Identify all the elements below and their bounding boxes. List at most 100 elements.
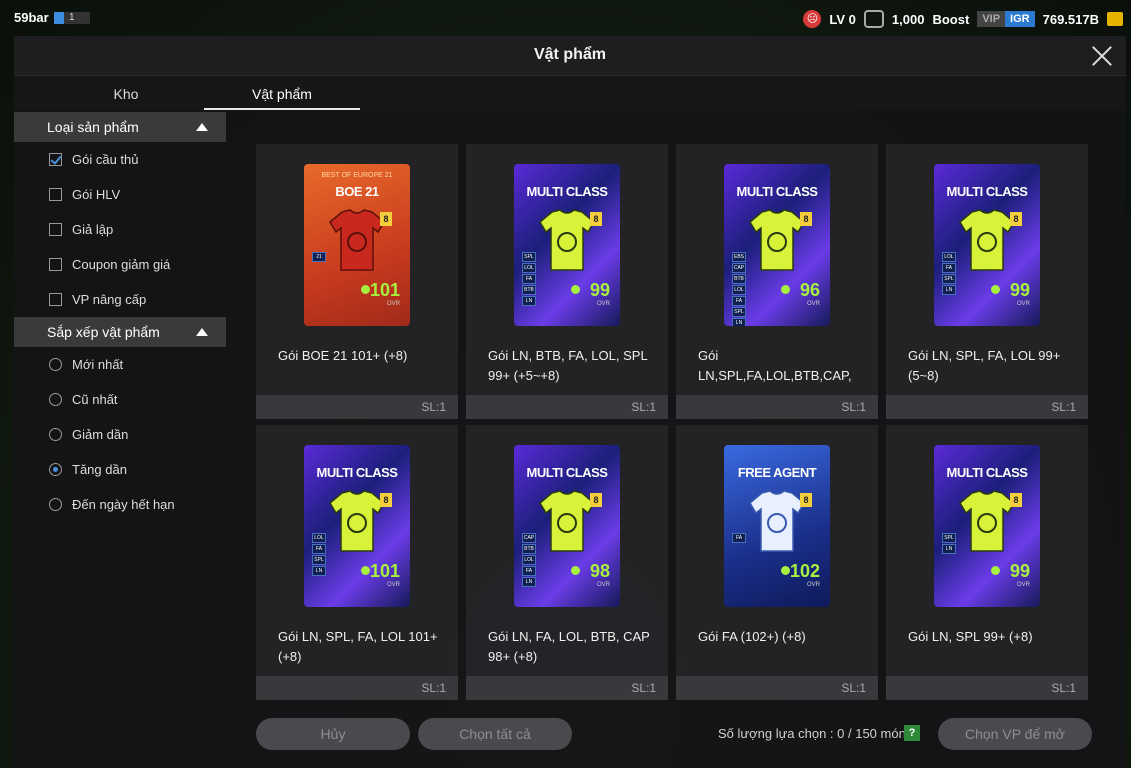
class-tag: LOL <box>732 285 746 295</box>
checkbox-icon[interactable] <box>49 223 62 236</box>
item-quantity: SL:1 <box>841 400 866 414</box>
pack-card: MULTI CLASS 8 LOL FA SPL LN 101 OVR <box>304 445 410 607</box>
product-type-heading: Loại sản phẩm <box>47 119 139 135</box>
tab-bar: Kho Vật phẩm <box>14 76 1126 110</box>
ovr-label: OVR <box>806 582 820 588</box>
filter-option-goi-cau-thu[interactable]: Gói cầu thủ <box>14 142 226 177</box>
radio-icon[interactable] <box>49 393 62 406</box>
pack-title: FREE AGENT <box>737 465 817 480</box>
item-name: Gói LN, SPL, FA, LOL 101+ (+8) <box>278 629 438 664</box>
open-selected-button[interactable]: Chọn VP để mở <box>938 718 1092 750</box>
help-icon[interactable]: ? <box>904 725 920 741</box>
pack-card: MULTI CLASS 8 CAP BTB LOL FA LN 98 OVR <box>514 445 620 607</box>
class-tag: SPL <box>522 252 536 262</box>
item-quantity: SL:1 <box>421 681 446 695</box>
item-card[interactable]: FREE AGENT 8 FA 102 OVR Gói FA (102+) (+8) SL:… <box>676 425 878 700</box>
radio-icon[interactable] <box>49 498 62 511</box>
sort-option-ascending[interactable]: Tăng dần <box>14 452 226 487</box>
pack-title: MULTI CLASS <box>526 465 608 480</box>
cancel-button[interactable]: Hủy <box>256 718 410 750</box>
tab-vat-pham[interactable]: Vật phẩm <box>204 76 360 110</box>
panel-header: Vật phẩm <box>14 36 1126 76</box>
checkbox-icon[interactable] <box>49 258 62 271</box>
ovr-value: 99 <box>589 280 610 300</box>
class-tag: LOL <box>522 263 536 273</box>
class-tags: LOL FA SPL LN <box>312 533 326 576</box>
select-all-button[interactable]: Chọn tất cả <box>418 718 572 750</box>
radio-icon[interactable] <box>49 358 62 371</box>
face-icon: ☹ <box>803 10 822 28</box>
pack-card: MULTI CLASS 8 SPL LN 99 OVR <box>934 445 1040 607</box>
item-card[interactable]: MULTI CLASS 8 SPL LN 99 OVR Gói LN, SPL 99+ (+… <box>886 425 1088 700</box>
level-badge: 8 <box>590 493 602 507</box>
filter-option-goi-hlv[interactable]: Gói HLV <box>14 177 226 212</box>
pack-title: MULTI CLASS <box>946 465 1028 480</box>
sort-option-expiry[interactable]: Đến ngày hết hạn <box>14 487 226 522</box>
jersey-icon <box>329 490 385 552</box>
item-card[interactable]: MULTI CLASS 8 EBS CAP BTB LOL FA SPL LN 96 OVR Gói … <box>676 144 878 419</box>
balance-value: 769.517B <box>1042 11 1099 27</box>
checkbox-icon[interactable] <box>49 153 62 166</box>
sort-option-newest[interactable]: Mới nhất <box>14 347 226 382</box>
tab-kho[interactable]: Kho <box>48 76 204 110</box>
radio-icon[interactable] <box>49 463 62 476</box>
item-name: Gói LN, FA, LOL, BTB, CAP 98+ (+8) <box>488 629 650 664</box>
pack-card: BEST OF EUROPE 21 BOE 21 8 21 101 OVR <box>304 164 410 326</box>
item-card[interactable]: BEST OF EUROPE 21 BOE 21 8 21 101 OVR Gói BOE … <box>256 144 458 419</box>
ovr-value: 102 <box>789 561 820 581</box>
jersey <box>538 208 596 272</box>
class-tag: SPL <box>942 274 956 284</box>
collapse-up-icon <box>196 328 208 336</box>
sort-option-oldest[interactable]: Cũ nhất <box>14 382 226 417</box>
pack-title: MULTI CLASS <box>526 184 608 199</box>
sort-header[interactable]: Sắp xếp vật phẩm <box>14 317 226 347</box>
item-card[interactable]: MULTI CLASS 8 LOL FA SPL LN 101 OVR Gói LN, SPL,… <box>256 425 458 700</box>
level-badge: 8 <box>380 493 392 507</box>
coins-value: 1,000 <box>891 11 925 27</box>
boost-label[interactable]: Boost <box>932 12 969 27</box>
item-card[interactable]: MULTI CLASS 8 SPL LOL FA BTB LN 99 OVR Gói LN, BT… <box>466 144 668 419</box>
checkbox-icon[interactable] <box>49 293 62 306</box>
item-card[interactable]: MULTI CLASS 8 LOL FA SPL LN 99 OVR Gói LN, SPL, … <box>886 144 1088 419</box>
sort-option-descending[interactable]: Giảm dần <box>14 417 226 452</box>
class-tag: LOL <box>312 533 326 543</box>
item-name: Gói LN, BTB, FA, LOL, SPL 99+ (+5~+8) <box>488 348 648 383</box>
quantity-bar: SL:1 <box>466 676 668 700</box>
class-tag: 21 <box>312 252 326 262</box>
class-tags: EBS CAP BTB LOL FA SPL LN <box>732 252 746 326</box>
close-button[interactable] <box>1088 42 1116 70</box>
class-tag: EBS <box>732 252 746 262</box>
jersey <box>748 489 806 553</box>
filter-option-gia-lap[interactable]: Giả lập <box>14 212 226 247</box>
item-grid: BEST OF EUROPE 21 BOE 21 8 21 101 OVR Gói BOE … <box>256 144 1088 700</box>
pack-title: MULTI CLASS <box>736 184 818 199</box>
ovr-label: OVR <box>596 301 610 307</box>
pack-image: MULTI CLASS 8 LOL FA SPL LN 101 OVR <box>304 445 410 607</box>
level-badge: 8 <box>590 212 602 226</box>
class-tags: SPL LN <box>942 533 956 554</box>
item-name: Gói LN, SPL, FA, LOL 99+ (5~8) <box>908 348 1061 383</box>
quantity-bar: SL:1 <box>466 395 668 419</box>
item-quantity: SL:1 <box>631 400 656 414</box>
shield-coin-icon <box>863 10 884 28</box>
jersey-icon <box>959 490 1015 552</box>
class-tag: FA <box>942 263 956 273</box>
ovr-value: 96 <box>799 280 820 300</box>
class-tags: SPL LOL FA BTB LN <box>522 252 536 306</box>
item-card[interactable]: MULTI CLASS 8 CAP BTB LOL FA LN 98 OVR Gói LN, FA… <box>466 425 668 700</box>
ovr-value: 99 <box>1009 561 1030 581</box>
pack-image: FREE AGENT 8 FA 102 OVR <box>724 445 830 607</box>
plus-icon <box>991 566 1000 575</box>
status-right: ☹ LV 0 1,000 Boost VIP IGR 769.517B <box>803 8 1123 30</box>
pack-card: MULTI CLASS 8 EBS CAP BTB LOL FA SPL LN 96 OVR <box>724 164 830 326</box>
pack-image: MULTI CLASS 8 SPL LOL FA BTB LN 99 OVR <box>514 164 620 326</box>
jersey-icon <box>539 209 595 271</box>
product-type-header[interactable]: Loại sản phẩm <box>14 112 226 142</box>
jersey <box>538 489 596 553</box>
checkbox-icon[interactable] <box>49 188 62 201</box>
item-quantity: SL:1 <box>1051 400 1076 414</box>
radio-icon[interactable] <box>49 428 62 441</box>
filter-option-vp-nang-cap[interactable]: VP nâng cấp <box>14 282 226 317</box>
filter-option-coupon[interactable]: Coupon giảm giá <box>14 247 226 282</box>
class-tag: LN <box>942 285 956 295</box>
